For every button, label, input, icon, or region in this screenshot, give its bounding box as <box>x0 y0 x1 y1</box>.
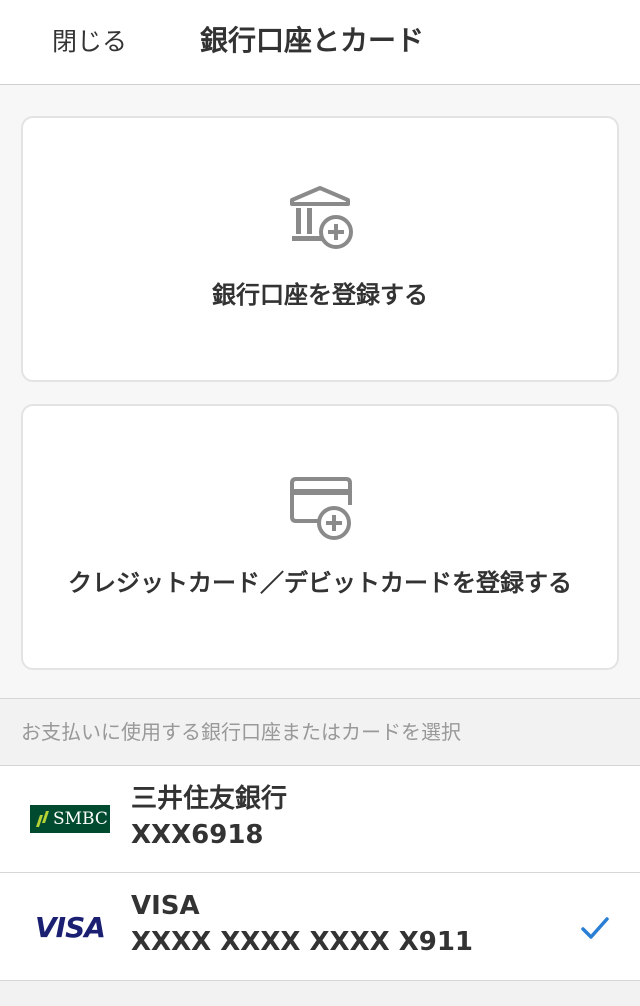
add-bank-account-button[interactable]: 銀行口座を登録する <box>21 116 619 382</box>
section-header: お支払いに使用する銀行口座またはカードを選択 <box>0 698 640 766</box>
add-bank-account-label: 銀行口座を登録する <box>212 281 428 309</box>
payment-method-row-visa[interactable]: VISA VISA XXXX XXXX XXXX X911 <box>0 873 640 981</box>
page-title: 銀行口座とカード <box>200 24 425 57</box>
smbc-logo-text: SMBC <box>53 809 108 829</box>
payment-method-name: VISA <box>131 891 200 921</box>
payment-method-number: XXXX XXXX XXXX X911 <box>131 927 474 957</box>
bank-add-icon <box>290 186 353 249</box>
checkmark-icon <box>581 917 609 939</box>
card-add-icon <box>290 477 352 540</box>
payment-method-row-smbc[interactable]: SMBC 三井住友銀行 XXX6918 <box>0 766 640 873</box>
add-credit-card-button[interactable]: クレジットカード／デビットカードを登録する <box>21 404 619 670</box>
bottom-background <box>0 981 640 1006</box>
section-header-label: お支払いに使用する銀行口座またはカードを選択 <box>21 720 461 744</box>
payment-method-number: XXX6918 <box>131 820 264 850</box>
smbc-mark-icon <box>36 811 49 827</box>
navigation-header: 閉じる 銀行口座とカード <box>0 0 640 85</box>
add-credit-card-label: クレジットカード／デビットカードを登録する <box>68 569 572 597</box>
close-button[interactable]: 閉じる <box>52 22 127 62</box>
visa-logo: VISA <box>35 911 106 944</box>
smbc-logo: SMBC <box>30 805 110 833</box>
payment-method-name: 三井住友銀行 <box>131 784 288 814</box>
